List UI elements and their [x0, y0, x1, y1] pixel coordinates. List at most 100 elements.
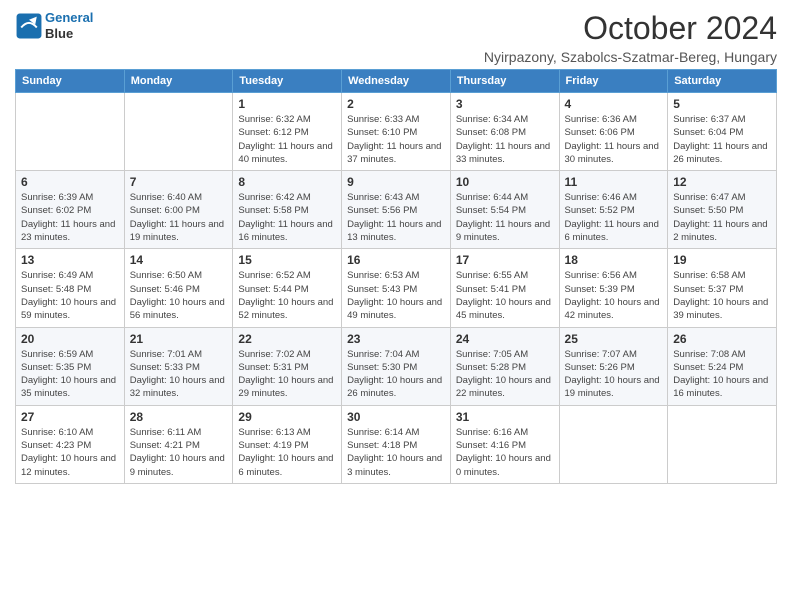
calendar-cell: 9Sunrise: 6:43 AM Sunset: 5:56 PM Daylig…: [342, 171, 451, 249]
day-info: Sunrise: 6:34 AM Sunset: 6:08 PM Dayligh…: [456, 113, 554, 166]
day-info: Sunrise: 6:52 AM Sunset: 5:44 PM Dayligh…: [238, 269, 336, 322]
calendar-cell: 29Sunrise: 6:13 AM Sunset: 4:19 PM Dayli…: [233, 405, 342, 483]
calendar-cell: 18 Sunrise: 6:56 AM Sunset: 5:39 PM Dayli…: [559, 249, 668, 327]
day-info: Sunrise: 7:02 AM Sunset: 5:31 PM Dayligh…: [238, 348, 336, 401]
day-info: Sunrise: 6:55 AM Sunset: 5:41 PM Dayligh…: [456, 269, 554, 322]
logo: General Blue: [15, 10, 93, 41]
calendar-cell: 11 Sunrise: 6:46 AM Sunset: 5:52 PM Dayli…: [559, 171, 668, 249]
day-info: Sunrise: 6:14 AM Sunset: 4:18 PM Dayligh…: [347, 426, 445, 479]
day-number: 13: [21, 253, 119, 267]
calendar-cell: 28 Sunrise: 6:11 AM Sunset: 4:21 PM Dayli…: [124, 405, 233, 483]
day-number: 23: [347, 332, 445, 346]
title-section: October 2024 Nyirpazony, Szabolcs-Szatma…: [484, 10, 777, 65]
day-number: 28: [130, 410, 228, 424]
day-of-week-header: Saturday: [668, 70, 777, 93]
day-number: 2: [347, 97, 445, 111]
calendar-cell: 13 Sunrise: 6:49 AM Sunset: 5:48 PM Dayli…: [16, 249, 125, 327]
day-info: Sunrise: 6:49 AM Sunset: 5:48 PM Dayligh…: [21, 269, 119, 322]
day-info: Sunrise: 6:39 AM Sunset: 6:02 PM Dayligh…: [21, 191, 119, 244]
calendar-cell: 6 Sunrise: 6:39 AM Sunset: 6:02 PM Daylig…: [16, 171, 125, 249]
day-number: 18: [565, 253, 663, 267]
day-number: 4: [565, 97, 663, 111]
calendar-cell: 17 Sunrise: 6:55 AM Sunset: 5:41 PM Dayli…: [450, 249, 559, 327]
day-number: 31: [456, 410, 554, 424]
calendar-cell: 10 Sunrise: 6:44 AM Sunset: 5:54 PM Dayli…: [450, 171, 559, 249]
logo-line2: Blue: [45, 26, 93, 42]
calendar-cell: 22 Sunrise: 7:02 AM Sunset: 5:31 PM Dayli…: [233, 327, 342, 405]
day-info: Sunrise: 6:46 AM Sunset: 5:52 PM Dayligh…: [565, 191, 663, 244]
day-number: 20: [21, 332, 119, 346]
calendar-cell: 5Sunrise: 6:37 AM Sunset: 6:04 PM Daylig…: [668, 93, 777, 171]
location: Nyirpazony, Szabolcs-Szatmar-Bereg, Hung…: [484, 49, 777, 65]
day-number: 1: [238, 97, 336, 111]
day-number: 11: [565, 175, 663, 189]
page-header: General Blue October 2024 Nyirpazony, Sz…: [15, 10, 777, 65]
month-title: October 2024: [484, 10, 777, 47]
day-info: Sunrise: 6:43 AM Sunset: 5:56 PM Dayligh…: [347, 191, 445, 244]
calendar-cell: [16, 93, 125, 171]
calendar-cell: 19 Sunrise: 6:58 AM Sunset: 5:37 PM Dayli…: [668, 249, 777, 327]
day-info: Sunrise: 7:05 AM Sunset: 5:28 PM Dayligh…: [456, 348, 554, 401]
day-info: Sunrise: 6:53 AM Sunset: 5:43 PM Dayligh…: [347, 269, 445, 322]
calendar-header-row: SundayMondayTuesdayWednesdayThursdayFrid…: [16, 70, 777, 93]
calendar-cell: 12Sunrise: 6:47 AM Sunset: 5:50 PM Dayli…: [668, 171, 777, 249]
day-info: Sunrise: 6:56 AM Sunset: 5:39 PM Dayligh…: [565, 269, 663, 322]
calendar-cell: 15 Sunrise: 6:52 AM Sunset: 5:44 PM Dayli…: [233, 249, 342, 327]
calendar-cell: 20 Sunrise: 6:59 AM Sunset: 5:35 PM Dayli…: [16, 327, 125, 405]
calendar-cell: 31 Sunrise: 6:16 AM Sunset: 4:16 PM Dayli…: [450, 405, 559, 483]
day-info: Sunrise: 6:36 AM Sunset: 6:06 PM Dayligh…: [565, 113, 663, 166]
calendar-cell: [559, 405, 668, 483]
logo-line1: General: [45, 10, 93, 25]
day-of-week-header: Wednesday: [342, 70, 451, 93]
calendar-cell: 14 Sunrise: 6:50 AM Sunset: 5:46 PM Dayli…: [124, 249, 233, 327]
calendar-table: SundayMondayTuesdayWednesdayThursdayFrid…: [15, 69, 777, 484]
day-number: 6: [21, 175, 119, 189]
day-number: 25: [565, 332, 663, 346]
day-of-week-header: Monday: [124, 70, 233, 93]
calendar-cell: 1Sunrise: 6:32 AM Sunset: 6:12 PM Daylig…: [233, 93, 342, 171]
calendar-cell: 21Sunrise: 7:01 AM Sunset: 5:33 PM Dayli…: [124, 327, 233, 405]
day-number: 30: [347, 410, 445, 424]
day-info: Sunrise: 7:01 AM Sunset: 5:33 PM Dayligh…: [130, 348, 228, 401]
calendar-week-row: 6 Sunrise: 6:39 AM Sunset: 6:02 PM Daylig…: [16, 171, 777, 249]
day-info: Sunrise: 6:58 AM Sunset: 5:37 PM Dayligh…: [673, 269, 771, 322]
day-of-week-header: Sunday: [16, 70, 125, 93]
day-number: 10: [456, 175, 554, 189]
day-of-week-header: Thursday: [450, 70, 559, 93]
day-info: Sunrise: 6:16 AM Sunset: 4:16 PM Dayligh…: [456, 426, 554, 479]
day-number: 19: [673, 253, 771, 267]
calendar-cell: 30 Sunrise: 6:14 AM Sunset: 4:18 PM Dayli…: [342, 405, 451, 483]
calendar-week-row: 27Sunrise: 6:10 AM Sunset: 4:23 PM Dayli…: [16, 405, 777, 483]
calendar-cell: [668, 405, 777, 483]
day-number: 15: [238, 253, 336, 267]
calendar-cell: 7 Sunrise: 6:40 AM Sunset: 6:00 PM Daylig…: [124, 171, 233, 249]
day-number: 26: [673, 332, 771, 346]
day-number: 17: [456, 253, 554, 267]
calendar-cell: 3Sunrise: 6:34 AM Sunset: 6:08 PM Daylig…: [450, 93, 559, 171]
day-info: Sunrise: 6:50 AM Sunset: 5:46 PM Dayligh…: [130, 269, 228, 322]
day-number: 29: [238, 410, 336, 424]
day-info: Sunrise: 6:37 AM Sunset: 6:04 PM Dayligh…: [673, 113, 771, 166]
day-info: Sunrise: 6:42 AM Sunset: 5:58 PM Dayligh…: [238, 191, 336, 244]
day-number: 14: [130, 253, 228, 267]
day-of-week-header: Tuesday: [233, 70, 342, 93]
day-info: Sunrise: 6:11 AM Sunset: 4:21 PM Dayligh…: [130, 426, 228, 479]
calendar-week-row: 20 Sunrise: 6:59 AM Sunset: 5:35 PM Dayli…: [16, 327, 777, 405]
day-number: 22: [238, 332, 336, 346]
day-info: Sunrise: 6:59 AM Sunset: 5:35 PM Dayligh…: [21, 348, 119, 401]
calendar-cell: 23Sunrise: 7:04 AM Sunset: 5:30 PM Dayli…: [342, 327, 451, 405]
day-number: 7: [130, 175, 228, 189]
day-number: 12: [673, 175, 771, 189]
day-info: Sunrise: 6:10 AM Sunset: 4:23 PM Dayligh…: [21, 426, 119, 479]
day-number: 16: [347, 253, 445, 267]
day-info: Sunrise: 6:40 AM Sunset: 6:00 PM Dayligh…: [130, 191, 228, 244]
calendar-cell: 2 Sunrise: 6:33 AM Sunset: 6:10 PM Daylig…: [342, 93, 451, 171]
day-info: Sunrise: 6:33 AM Sunset: 6:10 PM Dayligh…: [347, 113, 445, 166]
calendar-cell: 25Sunrise: 7:07 AM Sunset: 5:26 PM Dayli…: [559, 327, 668, 405]
calendar-cell: 8 Sunrise: 6:42 AM Sunset: 5:58 PM Daylig…: [233, 171, 342, 249]
day-info: Sunrise: 6:44 AM Sunset: 5:54 PM Dayligh…: [456, 191, 554, 244]
day-number: 8: [238, 175, 336, 189]
calendar-cell: 24 Sunrise: 7:05 AM Sunset: 5:28 PM Dayli…: [450, 327, 559, 405]
day-info: Sunrise: 7:08 AM Sunset: 5:24 PM Dayligh…: [673, 348, 771, 401]
day-number: 24: [456, 332, 554, 346]
